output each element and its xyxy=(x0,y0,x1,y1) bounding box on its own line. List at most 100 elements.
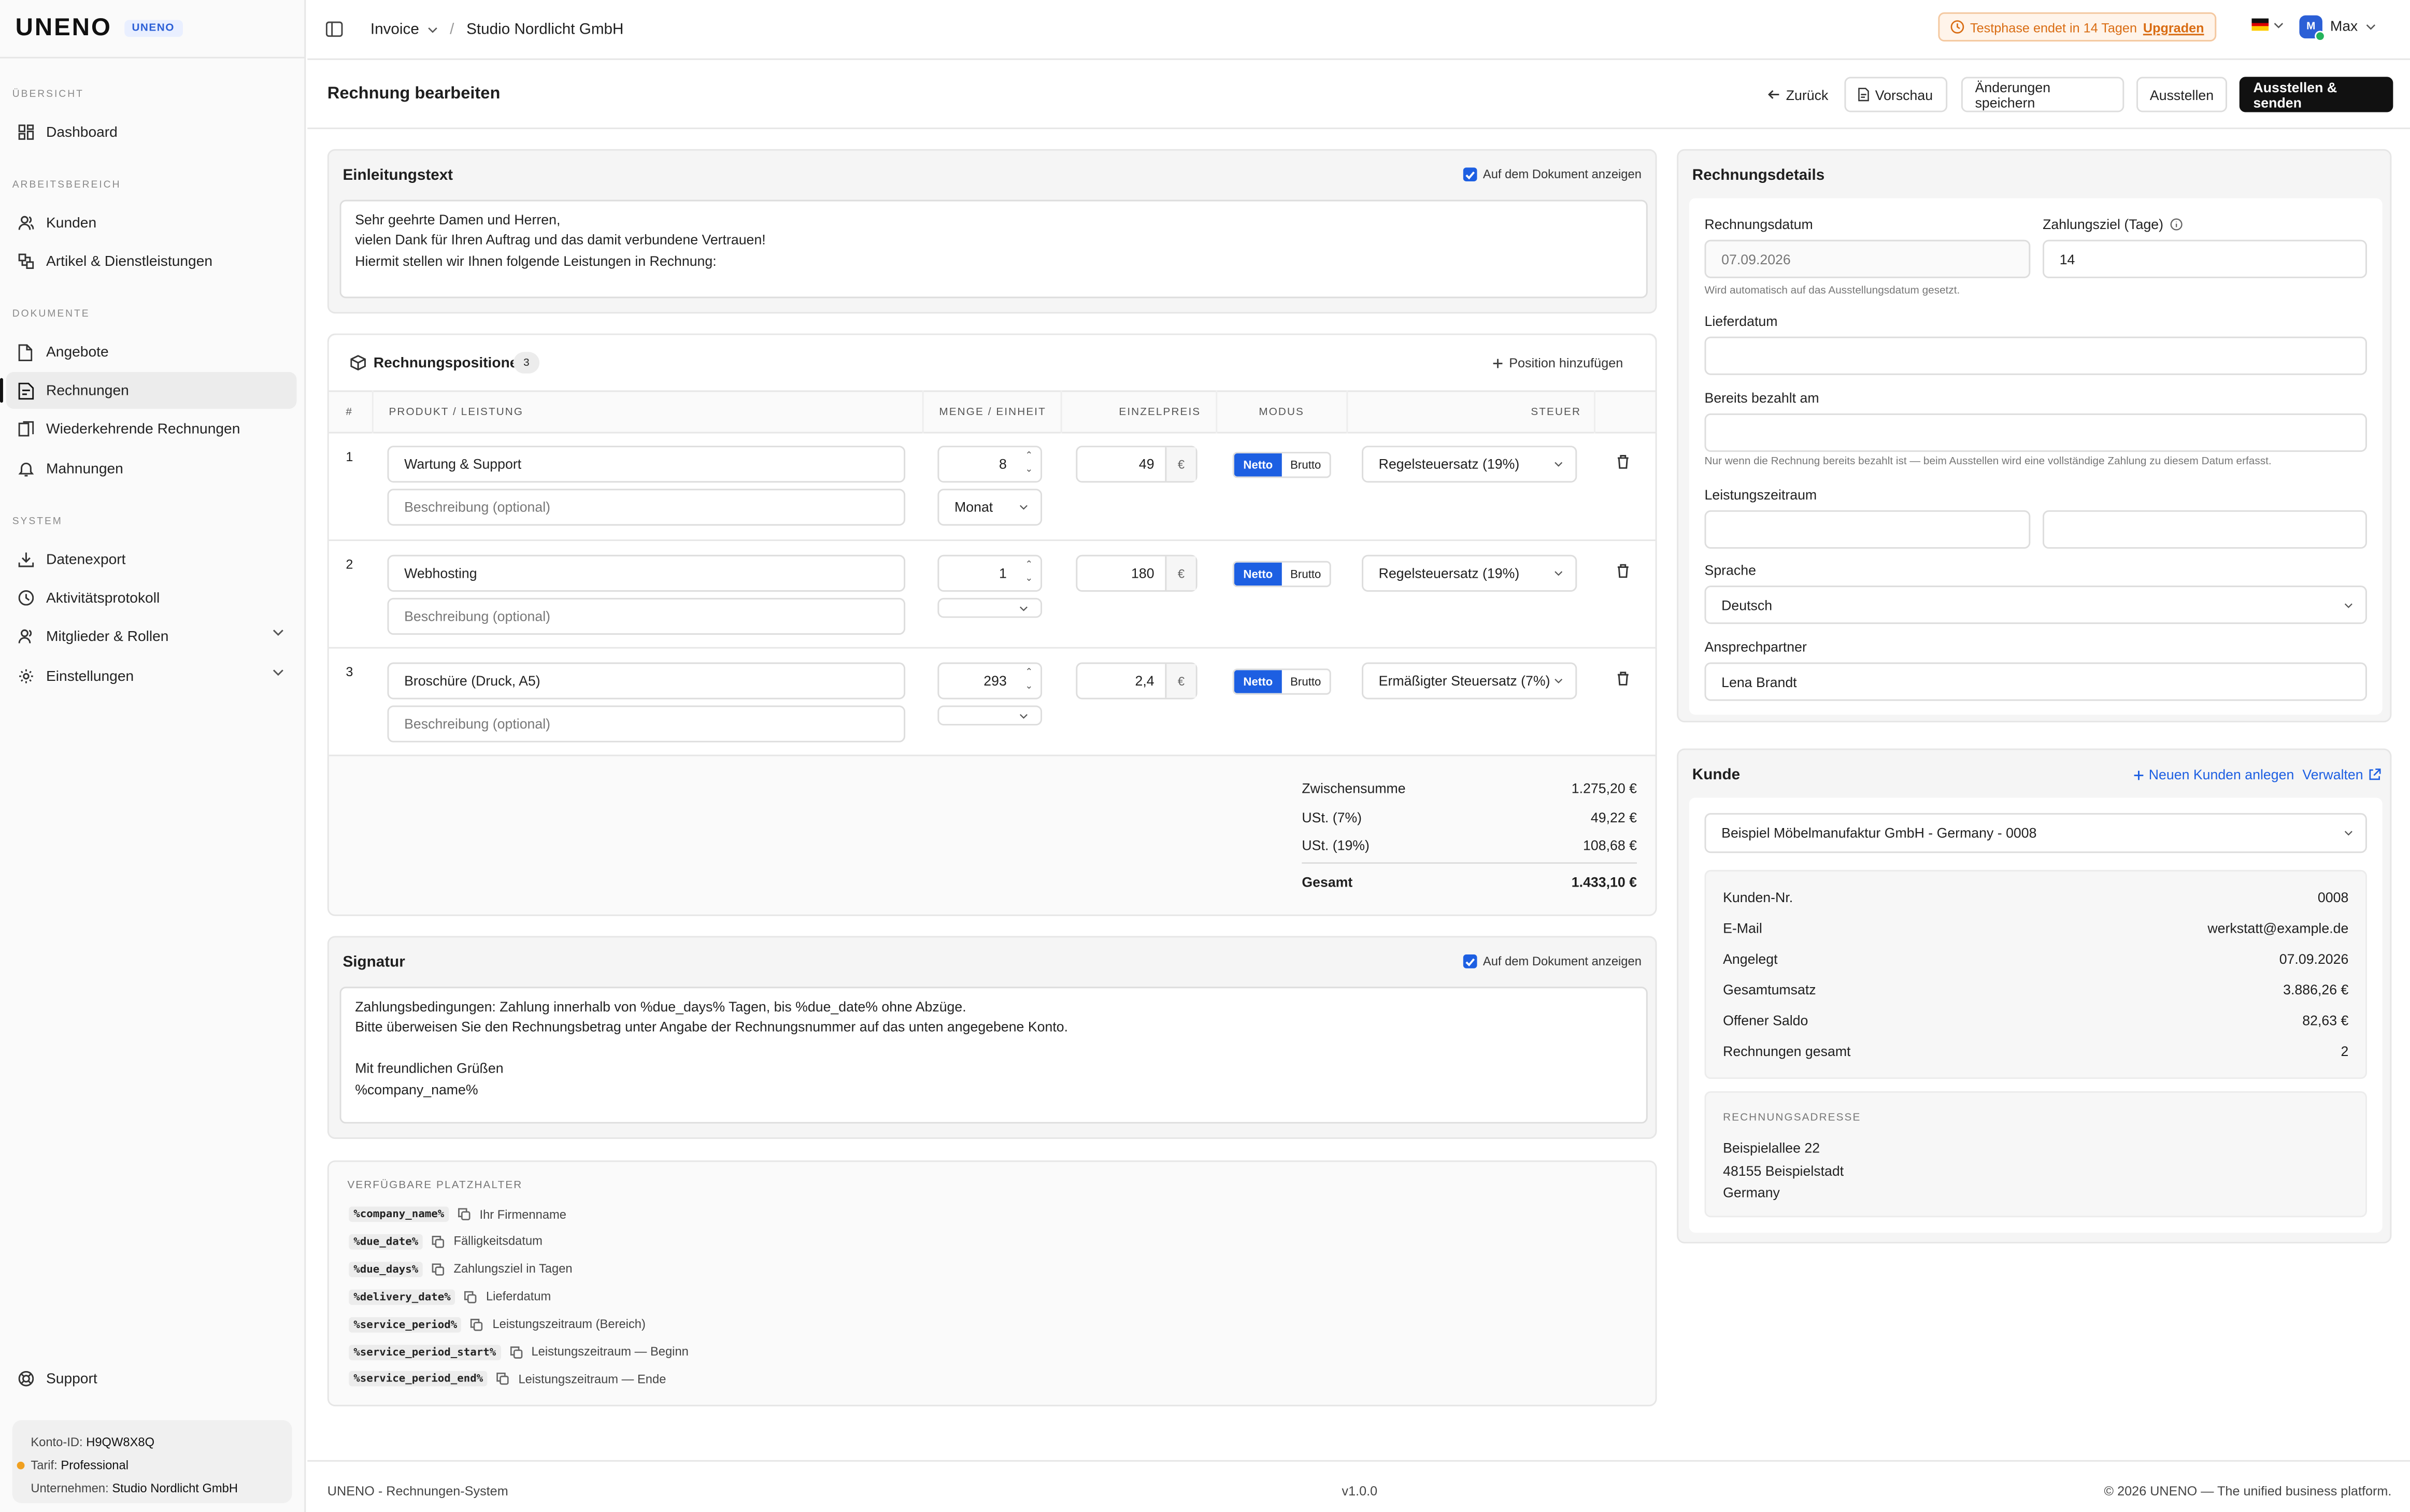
brand-logo[interactable]: UNENO xyxy=(16,15,112,42)
placeholder-code[interactable]: %company_name% xyxy=(349,1206,449,1222)
copy-icon[interactable] xyxy=(464,1290,477,1303)
placeholder-code[interactable]: %service_period_end% xyxy=(349,1372,488,1387)
intro-show-checkbox[interactable]: Auf dem Dokument anzeigen xyxy=(1463,167,1642,182)
save-button[interactable]: Änderungen speichern xyxy=(1961,77,2124,112)
language-select[interactable]: Deutsch xyxy=(1704,586,2367,624)
stepper-arrows-icon[interactable]: ⌃ ⌄ xyxy=(1025,560,1033,587)
sidebar-item-support[interactable]: Support xyxy=(6,1360,297,1397)
invoice-date-field[interactable]: 07.09.2026 xyxy=(1704,239,2031,278)
placeholder-item: %company_name% Ihr Firmenname xyxy=(349,1206,566,1222)
mode-brutto[interactable]: Brutto xyxy=(1282,670,1330,693)
mode-brutto[interactable]: Brutto xyxy=(1282,563,1330,586)
sidebar-toggle-icon[interactable] xyxy=(325,21,343,37)
contact-field[interactable]: Lena Brandt xyxy=(1704,662,2367,701)
sidebar-item-customers[interactable]: Kunden xyxy=(6,205,297,241)
sidebar-item-quotes[interactable]: Angebote xyxy=(6,334,297,370)
copy-icon[interactable] xyxy=(458,1208,470,1221)
tax-select[interactable]: Regelsteuersatz (19%) xyxy=(1362,554,1577,592)
mode-netto[interactable]: Netto xyxy=(1234,670,1282,693)
signature-textarea[interactable]: Zahlungsbedingungen: Zahlung innerhalb v… xyxy=(339,987,1648,1124)
tax-select[interactable]: Regelsteuersatz (19%) xyxy=(1362,446,1577,483)
mode-netto[interactable]: Netto xyxy=(1234,562,1282,586)
product-name-input[interactable]: Webhosting xyxy=(387,554,906,592)
service-period-end-field[interactable] xyxy=(2043,510,2367,549)
sidebar-item-label: Kunden xyxy=(46,214,97,232)
issue-button[interactable]: Ausstellen xyxy=(2136,77,2228,112)
sidebar-item-dashboard[interactable]: Dashboard xyxy=(6,113,297,150)
users-icon xyxy=(17,215,34,232)
sidebar-item-members[interactable]: Mitglieder & Rollen xyxy=(6,618,297,654)
sidebar-item-invoices[interactable]: Rechnungen xyxy=(0,372,297,409)
service-period-start-field[interactable] xyxy=(1704,510,2031,549)
trash-icon[interactable] xyxy=(1617,672,1629,686)
unit-select[interactable] xyxy=(937,705,1043,726)
copy-icon[interactable] xyxy=(510,1346,522,1358)
copy-icon[interactable] xyxy=(497,1373,509,1386)
placeholder-code[interactable]: %service_period_start% xyxy=(349,1344,501,1360)
unit-price-input[interactable]: 2,4 € xyxy=(1076,662,1197,700)
placeholder-desc: Zahlungsziel in Tagen xyxy=(453,1262,573,1276)
quantity-stepper[interactable]: 8 ⌃ ⌄ xyxy=(937,446,1043,483)
company-value: Studio Nordlicht GmbH xyxy=(112,1481,238,1496)
module-switcher[interactable]: Invoice xyxy=(370,21,438,38)
placeholder-code[interactable]: %service_period% xyxy=(349,1316,462,1332)
price-mode-toggle[interactable]: Netto Brutto xyxy=(1232,561,1331,588)
mode-netto[interactable]: Netto xyxy=(1234,453,1282,477)
add-position-button[interactable]: Position hinzufügen xyxy=(1492,355,1623,370)
sidebar-item-recurring[interactable]: Wiederkehrende Rechnungen xyxy=(6,410,297,447)
description-input[interactable]: Beschreibung (optional) xyxy=(387,705,906,743)
sidebar-item-reminders[interactable]: Mahnungen xyxy=(6,450,297,487)
unit-select[interactable]: Monat xyxy=(937,489,1043,526)
issue-send-button[interactable]: Ausstellen & senden xyxy=(2239,77,2393,112)
trash-icon[interactable] xyxy=(1617,564,1629,578)
placeholder-code[interactable]: %due_date% xyxy=(349,1234,423,1250)
breadcrumb-company[interactable]: Studio Nordlicht GmbH xyxy=(466,21,623,38)
sidebar-item-settings[interactable]: Einstellungen xyxy=(6,658,297,695)
sidebar-item-label: Einstellungen xyxy=(46,667,134,685)
sidebar-item-export[interactable]: Datenexport xyxy=(6,541,297,578)
unit-price-input[interactable]: 180 € xyxy=(1076,554,1197,592)
preview-button[interactable]: Vorschau xyxy=(1844,77,1948,112)
quantity-stepper[interactable]: 1 ⌃ ⌄ xyxy=(937,554,1043,592)
delivery-date-field[interactable] xyxy=(1704,336,2367,375)
unit-select[interactable] xyxy=(937,597,1043,618)
signature-show-checkbox[interactable]: Auf dem Dokument anzeigen xyxy=(1463,954,1642,968)
intro-title: Einleitungstext xyxy=(343,167,453,184)
copy-icon[interactable] xyxy=(432,1263,445,1276)
trash-icon[interactable] xyxy=(1617,454,1629,469)
user-menu[interactable]: M Max xyxy=(2299,15,2376,42)
stepper-arrows-icon[interactable]: ⌃ ⌄ xyxy=(1025,667,1033,694)
stepper-arrows-icon[interactable]: ⌃ ⌄ xyxy=(1025,450,1033,478)
subtotal-row: Zwischensumme 1.275,20 € xyxy=(1302,781,1637,796)
tax-select[interactable]: Ermäßigter Steuersatz (7%) xyxy=(1362,662,1577,700)
copy-icon[interactable] xyxy=(432,1235,445,1248)
intro-textarea[interactable]: Sehr geehrte Damen und Herren, vielen Da… xyxy=(339,199,1648,298)
back-button[interactable]: Zurück xyxy=(1760,77,1836,112)
sidebar-item-label: Mitglieder & Rollen xyxy=(46,627,169,645)
quantity-stepper[interactable]: 293 ⌃ ⌄ xyxy=(937,662,1043,700)
product-name-input[interactable]: Broschüre (Druck, A5) xyxy=(387,662,906,700)
mode-brutto[interactable]: Brutto xyxy=(1282,453,1330,476)
placeholder-code[interactable]: %delivery_date% xyxy=(349,1289,455,1305)
new-customer-link[interactable]: Neuen Kunden anlegen xyxy=(2133,767,2294,782)
customer-select[interactable]: Beispiel Möbelmanufaktur GmbH - Germany … xyxy=(1704,813,2367,853)
price-mode-toggle[interactable]: Netto Brutto xyxy=(1232,668,1331,695)
info-icon[interactable] xyxy=(2170,218,2182,231)
upgrade-link[interactable]: Upgraden xyxy=(2143,19,2204,35)
product-name-input[interactable]: Wartung & Support xyxy=(387,446,906,483)
price-mode-toggle[interactable]: Netto Brutto xyxy=(1232,452,1331,478)
footer: UNENO - Rechnungen-System v1.0.0 © 2026 … xyxy=(307,1460,2410,1512)
description-input[interactable]: Beschreibung (optional) xyxy=(387,597,906,635)
sidebar-item-activity[interactable]: Aktivitätsprotokoll xyxy=(6,579,297,616)
unit-price-input[interactable]: 49 € xyxy=(1076,446,1197,483)
paid-date-field[interactable] xyxy=(1704,413,2367,452)
copy-icon[interactable] xyxy=(471,1318,483,1331)
language-switcher[interactable] xyxy=(2251,18,2284,31)
price-value: 2,4 xyxy=(1135,673,1154,689)
description-input[interactable]: Beschreibung (optional) xyxy=(387,489,906,526)
payment-terms-field[interactable]: 14 xyxy=(2043,239,2367,278)
sidebar-item-articles[interactable]: Artikel & Dienstleistungen xyxy=(6,243,297,280)
manage-customer-link[interactable]: Verwalten xyxy=(2302,767,2380,782)
placeholder-code[interactable]: %due_days% xyxy=(349,1261,423,1277)
table-row: 2 Webhosting Beschreibung (optional) 1 ⌃… xyxy=(329,541,1656,649)
